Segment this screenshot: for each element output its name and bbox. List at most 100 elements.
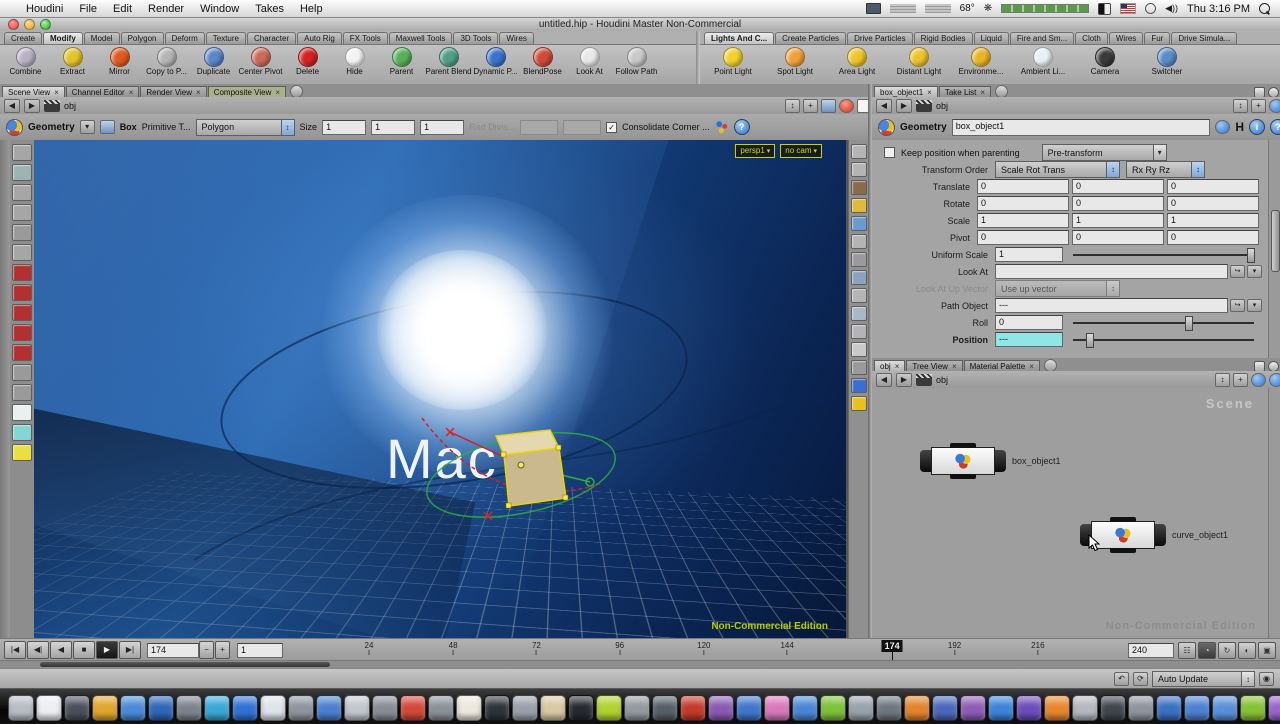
current-frame-field[interactable]: 174 <box>147 643 199 658</box>
viewport-display-icon[interactable] <box>851 360 867 375</box>
undo-icon[interactable]: ↶ <box>1114 672 1129 686</box>
dock-app-icon[interactable] <box>400 695 426 721</box>
shelf-tab[interactable]: Character <box>247 32 296 44</box>
path-object-field[interactable]: --- <box>995 298 1228 313</box>
path-text[interactable]: obj <box>936 375 948 385</box>
shelf-tab[interactable]: 3D Tools <box>453 32 498 44</box>
shelf-tool[interactable]: Parent <box>378 46 425 84</box>
dock-app-icon[interactable] <box>876 695 902 721</box>
expand-icon[interactable]: + <box>1233 373 1248 387</box>
transport-button[interactable]: ■ <box>73 641 95 659</box>
shelf-tab[interactable]: Auto Rig <box>297 32 342 44</box>
frame-decrement-button[interactable]: − <box>199 641 214 659</box>
vector-y-field[interactable]: 0 <box>1072 179 1164 194</box>
camera-select-badge[interactable]: no cam <box>780 144 822 158</box>
shelf-tool[interactable]: Duplicate <box>190 46 237 84</box>
viewport-tool-icon[interactable] <box>12 244 32 261</box>
help-icon[interactable]: ? <box>734 119 750 135</box>
frame-increment-button[interactable]: + <box>215 641 230 659</box>
shelf-tool[interactable]: Point Light <box>702 46 764 84</box>
dock-app-icon[interactable] <box>484 695 510 721</box>
params-scrollbar[interactable] <box>1268 140 1280 358</box>
shelf-tool[interactable]: Combine <box>2 46 49 84</box>
op-chooser-icon[interactable]: ↪ <box>1230 299 1245 312</box>
dock-app-icon[interactable] <box>568 695 594 721</box>
shelf-tool[interactable]: Distant Light <box>888 46 950 84</box>
shelf-tab[interactable]: Deform <box>165 32 205 44</box>
vector-y-field[interactable]: 0 <box>1072 230 1164 245</box>
dock-app-icon[interactable] <box>1072 695 1098 721</box>
dropdown-stepper-icon[interactable]: ↕ <box>281 120 294 135</box>
display-icon[interactable] <box>866 3 881 14</box>
global-animation-icon[interactable]: ☷ <box>1178 642 1196 659</box>
menu-item[interactable]: File <box>79 3 97 15</box>
pin-icon[interactable] <box>839 99 854 113</box>
network-editor[interactable]: Scene box_object1 curve_object1 <box>872 388 1268 640</box>
node-name-field[interactable]: box_object1 <box>952 119 1211 136</box>
stepper-icon[interactable]: ↕ <box>785 99 800 113</box>
info-icon[interactable]: i <box>1249 119 1265 135</box>
dock-app-icon[interactable] <box>652 695 678 721</box>
vector-y-field[interactable]: 0 <box>1072 196 1164 211</box>
shelf-tab[interactable]: Wires <box>1109 32 1143 44</box>
rotate-order-dropdown[interactable]: Rx Ry Rz ↕ <box>1126 161 1205 178</box>
dock-app-icon[interactable] <box>1016 695 1042 721</box>
vector-z-field[interactable]: 0 <box>1167 230 1259 245</box>
position-slider[interactable] <box>1073 333 1254 346</box>
stepper-icon[interactable]: ↕ <box>1233 99 1248 113</box>
viewport-display-icon[interactable] <box>851 252 867 267</box>
network-node[interactable]: curve_object1 <box>1080 522 1228 548</box>
shelf-tab[interactable]: Fur <box>1144 32 1170 44</box>
shelf-tool[interactable]: Ambient Li... <box>1012 46 1074 84</box>
roll-field[interactable]: 0 <box>995 315 1063 330</box>
stowbar[interactable] <box>0 140 10 638</box>
shelf-tab[interactable]: Lights And C... <box>704 32 774 44</box>
expand-icon[interactable]: + <box>803 99 818 113</box>
shelf-tool[interactable]: Camera <box>1074 46 1136 84</box>
dock-app-icon[interactable] <box>848 695 874 721</box>
viewport-display-icon[interactable] <box>851 378 867 393</box>
dock-app-icon[interactable] <box>820 695 846 721</box>
clock-label[interactable]: Thu 3:16 PM <box>1187 3 1250 15</box>
shelf-tool[interactable]: Area Light <box>826 46 888 84</box>
scene-viewport[interactable]: Mac persp1 no cam Non-Commercial Edit <box>34 140 846 638</box>
dock-app-icon[interactable] <box>1100 695 1126 721</box>
node-label[interactable]: box_object1 <box>1012 456 1061 466</box>
temperature-label[interactable]: 68° <box>960 3 975 14</box>
transport-button[interactable]: ◀| <box>27 641 49 659</box>
shelf-tab[interactable]: Rigid Bodies <box>914 32 973 44</box>
node-right-flag[interactable] <box>1155 524 1166 546</box>
menu-item[interactable]: Render <box>148 3 184 15</box>
gear-icon[interactable]: ❋ <box>984 3 992 14</box>
stepper-icon[interactable]: ↕ <box>1215 373 1230 387</box>
vector-z-field[interactable]: 1 <box>1167 213 1259 228</box>
menu-item[interactable]: Edit <box>113 3 132 15</box>
path-text[interactable]: obj <box>64 101 76 111</box>
dock-app-icon[interactable] <box>1156 695 1182 721</box>
shelf-tab[interactable]: Drive Particles <box>847 32 913 44</box>
shelf-tool[interactable]: Copy to P... <box>143 46 190 84</box>
viewport-display-icon[interactable] <box>851 234 867 249</box>
expand-icon[interactable]: + <box>1251 99 1266 113</box>
shelf-tool[interactable]: Spot Light <box>764 46 826 84</box>
vector-x-field[interactable]: 0 <box>977 230 1069 245</box>
playbar-options-icon[interactable]: ▣ <box>1258 642 1276 659</box>
vector-x-field[interactable]: 0 <box>977 196 1069 211</box>
volume-icon[interactable]: ◀)) <box>1165 3 1178 14</box>
dock-app-icon[interactable] <box>344 695 370 721</box>
size-x-field[interactable]: 1 <box>322 120 366 135</box>
shelf-tool[interactable]: Look At <box>566 46 613 84</box>
shelf-tab[interactable]: Drive Simula... <box>1171 32 1237 44</box>
dropdown-caret-icon[interactable]: ▾ <box>1153 145 1166 160</box>
uniform-scale-field[interactable]: 1 <box>995 247 1063 262</box>
shelf-tab[interactable]: Polygon <box>121 32 164 44</box>
target-icon[interactable] <box>1269 99 1280 113</box>
timeline-ruler[interactable]: 24487296120144192216 174 <box>289 640 1122 660</box>
dock-app-icon[interactable] <box>1268 695 1280 721</box>
contrast-icon[interactable] <box>1098 3 1111 15</box>
dock-app-icon[interactable] <box>204 695 230 721</box>
viewport-tool-icon[interactable] <box>12 324 32 341</box>
viewport-tool-icon[interactable] <box>12 144 32 161</box>
viewport-display-icon[interactable] <box>851 216 867 231</box>
viewport-display-icon[interactable] <box>851 324 867 339</box>
